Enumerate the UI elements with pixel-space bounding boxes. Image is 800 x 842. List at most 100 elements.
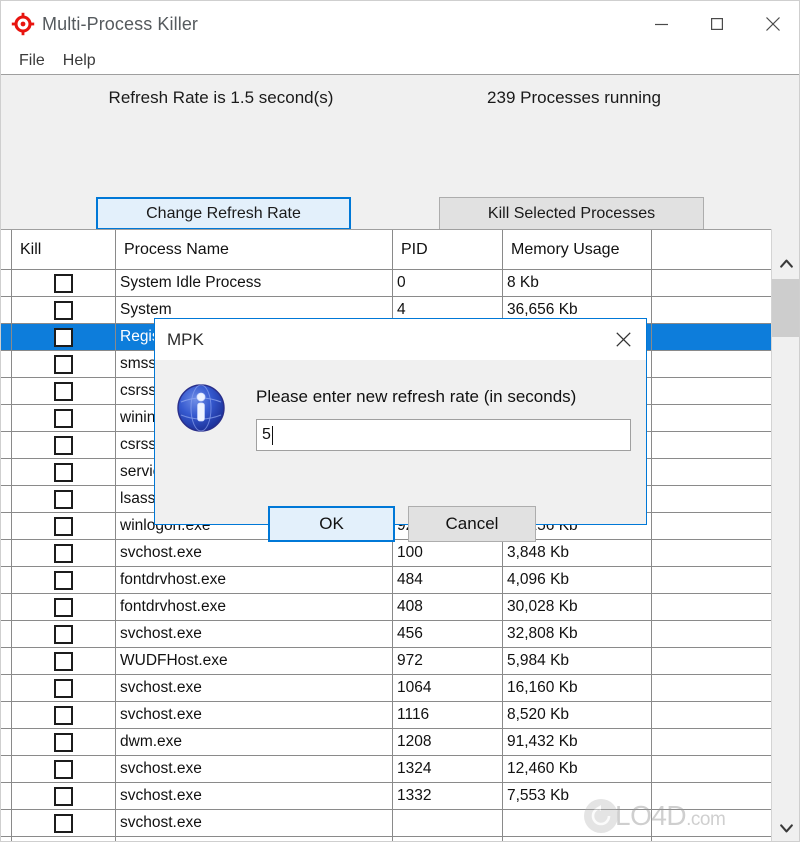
row-gutter xyxy=(1,459,12,485)
pid-cell: 972 xyxy=(393,648,503,674)
close-button[interactable] xyxy=(745,1,799,47)
kill-cell[interactable] xyxy=(12,594,116,620)
kill-cell[interactable] xyxy=(12,756,116,782)
window-controls xyxy=(633,1,799,47)
kill-cell[interactable] xyxy=(12,459,116,485)
kill-cell[interactable] xyxy=(12,378,116,404)
table-row[interactable]: WUDFHost.exe 972 5,984 Kb xyxy=(1,648,773,675)
dialog-ok-button[interactable]: OK xyxy=(268,506,395,542)
toolbar-panel: Refresh Rate is 1.5 second(s) 239 Proces… xyxy=(1,76,799,289)
kill-cell[interactable] xyxy=(12,432,116,458)
table-row[interactable]: fontdrvhost.exe 484 4,096 Kb xyxy=(1,567,773,594)
process-name-cell: svchost.exe xyxy=(116,810,393,836)
kill-checkbox[interactable] xyxy=(54,489,73,509)
column-header-kill[interactable]: Kill xyxy=(12,230,116,269)
dialog-cancel-button[interactable]: Cancel xyxy=(408,506,536,542)
kill-checkbox[interactable] xyxy=(54,678,73,698)
kill-cell[interactable] xyxy=(12,405,116,431)
dialog-title-bar: MPK xyxy=(155,319,646,360)
process-name-cell xyxy=(116,837,393,841)
process-name-cell: dwm.exe xyxy=(116,729,393,755)
process-name-cell: System Idle Process xyxy=(116,270,393,296)
kill-checkbox[interactable] xyxy=(54,732,73,752)
row-gutter xyxy=(1,783,12,809)
kill-checkbox[interactable] xyxy=(54,273,73,293)
kill-cell[interactable] xyxy=(12,729,116,755)
kill-cell[interactable] xyxy=(12,297,116,323)
kill-checkbox[interactable] xyxy=(54,408,73,428)
kill-cell[interactable] xyxy=(12,810,116,836)
kill-checkbox[interactable] xyxy=(54,705,73,725)
kill-checkbox[interactable] xyxy=(54,813,73,833)
kill-checkbox[interactable] xyxy=(54,570,73,590)
column-header-process-name[interactable]: Process Name xyxy=(116,230,393,269)
kill-checkbox[interactable] xyxy=(54,786,73,806)
kill-checkbox[interactable] xyxy=(54,354,73,374)
menu-item-help[interactable]: Help xyxy=(55,50,104,72)
kill-checkbox[interactable] xyxy=(54,543,73,563)
kill-cell[interactable] xyxy=(12,351,116,377)
pid-cell: 1116 xyxy=(393,702,503,728)
kill-checkbox[interactable] xyxy=(54,300,73,320)
kill-cell[interactable] xyxy=(12,648,116,674)
kill-checkbox[interactable] xyxy=(54,624,73,644)
pid-cell xyxy=(393,810,503,836)
table-row[interactable]: svchost.exe 1324 12,460 Kb xyxy=(1,756,773,783)
pid-cell: 1324 xyxy=(393,756,503,782)
header-gutter xyxy=(1,230,12,269)
pid-cell: 100 xyxy=(393,540,503,566)
table-row[interactable]: dwm.exe 1208 91,432 Kb xyxy=(1,729,773,756)
row-gutter xyxy=(1,810,12,836)
row-gutter xyxy=(1,648,12,674)
kill-cell[interactable] xyxy=(12,270,116,296)
table-row[interactable] xyxy=(1,837,773,841)
kill-checkbox[interactable] xyxy=(54,462,73,482)
row-gutter xyxy=(1,540,12,566)
process-name-cell: fontdrvhost.exe xyxy=(116,594,393,620)
column-header-pid[interactable]: PID xyxy=(393,230,503,269)
kill-cell[interactable] xyxy=(12,513,116,539)
table-row[interactable]: svchost.exe 1332 7,553 Kb xyxy=(1,783,773,810)
column-header-memory-usage[interactable]: Memory Usage xyxy=(503,230,652,269)
table-row[interactable]: System Idle Process 0 8 Kb xyxy=(1,270,773,297)
kill-checkbox[interactable] xyxy=(54,597,73,617)
change-refresh-rate-button[interactable]: Change Refresh Rate xyxy=(96,197,351,230)
kill-cell[interactable] xyxy=(12,837,116,841)
scroll-down-arrow-icon[interactable] xyxy=(772,813,799,841)
refresh-rate-input[interactable]: 5 xyxy=(256,419,631,451)
row-gutter xyxy=(1,351,12,377)
row-gutter xyxy=(1,432,12,458)
kill-cell[interactable] xyxy=(12,621,116,647)
dialog-close-icon[interactable] xyxy=(600,319,646,360)
menu-item-file[interactable]: File xyxy=(11,50,53,72)
kill-cell[interactable] xyxy=(12,486,116,512)
maximize-button[interactable] xyxy=(689,1,745,47)
table-row[interactable]: svchost.exe xyxy=(1,810,773,837)
dialog-prompt-text: Please enter new refresh rate (in second… xyxy=(256,387,577,406)
kill-checkbox[interactable] xyxy=(54,516,73,536)
minimize-button[interactable] xyxy=(633,1,689,47)
scroll-up-arrow-icon[interactable] xyxy=(772,248,799,278)
table-row[interactable]: svchost.exe 1116 8,520 Kb xyxy=(1,702,773,729)
kill-cell[interactable] xyxy=(12,702,116,728)
kill-cell[interactable] xyxy=(12,675,116,701)
kill-checkbox[interactable] xyxy=(54,435,73,455)
table-row[interactable]: fontdrvhost.exe 408 30,028 Kb xyxy=(1,594,773,621)
kill-cell[interactable] xyxy=(12,783,116,809)
kill-checkbox[interactable] xyxy=(54,759,73,779)
memory-usage-cell xyxy=(503,837,652,841)
table-row[interactable]: svchost.exe 100 3,848 Kb xyxy=(1,540,773,567)
menu-bar: File Help xyxy=(1,47,799,75)
kill-checkbox[interactable] xyxy=(54,651,73,671)
kill-cell[interactable] xyxy=(12,324,116,350)
row-gutter xyxy=(1,702,12,728)
kill-cell[interactable] xyxy=(12,567,116,593)
kill-checkbox[interactable] xyxy=(54,381,73,401)
table-row[interactable]: svchost.exe 1064 16,160 Kb xyxy=(1,675,773,702)
scrollbar-thumb[interactable] xyxy=(772,279,799,337)
table-row[interactable]: svchost.exe 456 32,808 Kb xyxy=(1,621,773,648)
kill-checkbox[interactable] xyxy=(54,327,73,347)
kill-cell[interactable] xyxy=(12,540,116,566)
kill-selected-processes-button[interactable]: Kill Selected Processes xyxy=(439,197,704,230)
vertical-scrollbar[interactable] xyxy=(771,229,799,841)
